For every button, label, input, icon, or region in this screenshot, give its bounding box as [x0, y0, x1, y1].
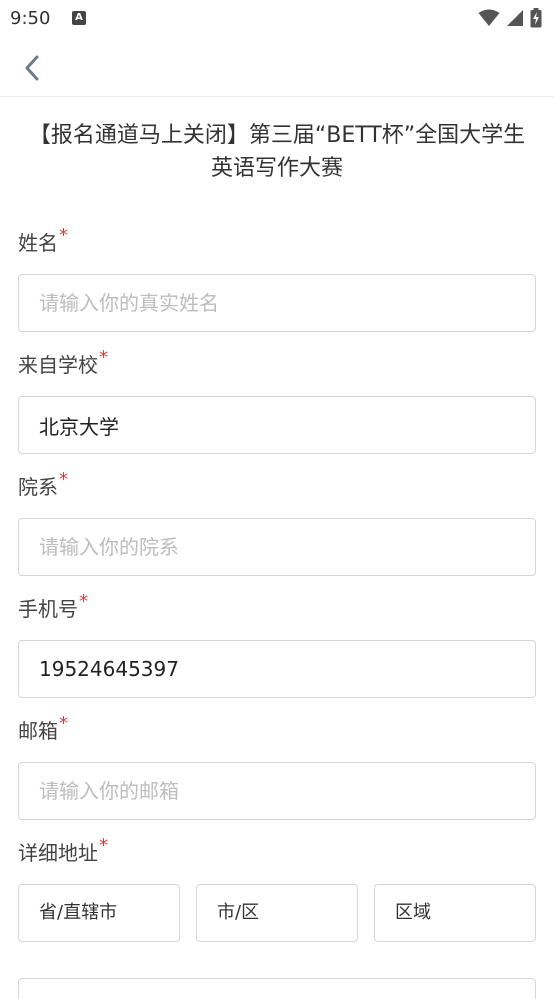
- phone-input[interactable]: [18, 640, 536, 698]
- department-label: 院系 *: [18, 469, 536, 502]
- address-selectors: 省/直辖市 市/区 区域: [18, 884, 536, 942]
- required-mark: *: [99, 347, 108, 368]
- email-label: 邮箱 *: [18, 713, 536, 746]
- page-title: 【报名通道马上关闭】第三届“BETT杯”全国大学生英语写作大赛: [28, 123, 526, 181]
- department-input[interactable]: [18, 518, 536, 576]
- battery-icon: [530, 8, 542, 28]
- required-mark: *: [59, 469, 68, 490]
- detailed-address-input[interactable]: [18, 978, 536, 999]
- school-label-text: 来自学校: [18, 353, 98, 377]
- address-label: 详细地址 *: [18, 835, 536, 868]
- district-select[interactable]: 区域: [374, 884, 536, 942]
- registration-form: 姓名* 来自学校* 院系* 手机号* 邮箱* 详细地址* 省/直辖市 市/区 区…: [18, 225, 536, 942]
- name-input[interactable]: [18, 274, 536, 332]
- navigation-bar: [0, 36, 554, 97]
- city-select[interactable]: 市/区: [196, 884, 358, 942]
- signal-icon: [507, 10, 523, 26]
- required-mark: *: [99, 835, 108, 856]
- address-field-group: 详细地址 * 省/直辖市 市/区 区域: [18, 835, 536, 942]
- school-input[interactable]: [18, 396, 536, 454]
- phone-label-text: 手机号: [18, 597, 78, 621]
- status-time: 9:50: [10, 8, 51, 29]
- department-label-text: 院系: [18, 475, 58, 499]
- province-select[interactable]: 省/直辖市: [18, 884, 180, 942]
- address-label-text: 详细地址: [18, 841, 98, 865]
- email-input[interactable]: [18, 762, 536, 820]
- wifi-icon: [478, 9, 500, 26]
- app-notification-icon: A: [72, 11, 86, 25]
- status-bar: 9:50 A: [0, 0, 554, 36]
- email-field-group: 邮箱 *: [18, 713, 536, 838]
- chevron-left-icon: [25, 55, 39, 81]
- school-field-group: 来自学校 *: [18, 347, 536, 472]
- phone-label: 手机号 *: [18, 591, 536, 624]
- name-field-group: 姓名 *: [18, 225, 536, 350]
- required-mark: *: [79, 591, 88, 612]
- required-mark: *: [59, 225, 68, 246]
- department-field-group: 院系 *: [18, 469, 536, 594]
- school-label: 来自学校 *: [18, 347, 536, 380]
- email-label-text: 邮箱: [18, 719, 58, 743]
- name-label-text: 姓名: [18, 231, 58, 255]
- name-label: 姓名 *: [18, 225, 536, 258]
- status-icons: [478, 8, 542, 28]
- phone-field-group: 手机号 *: [18, 591, 536, 716]
- back-button[interactable]: [14, 50, 50, 86]
- required-mark: *: [59, 713, 68, 734]
